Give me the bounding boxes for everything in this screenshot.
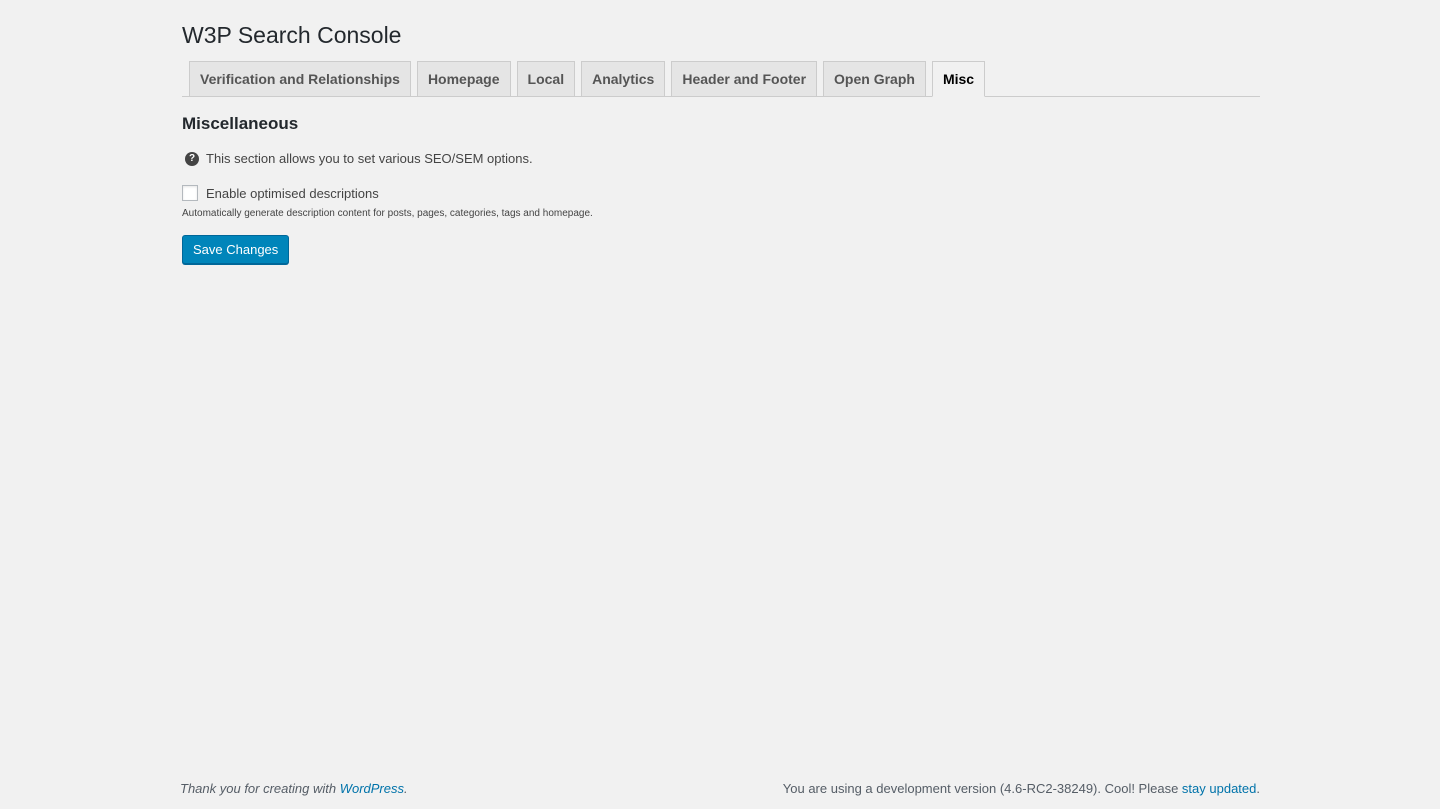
optimised-descriptions-option[interactable]: Enable optimised descriptions — [182, 185, 379, 201]
footer-version: You are using a development version (4.6… — [783, 781, 1260, 796]
save-changes-button[interactable]: Save Changes — [182, 235, 290, 264]
footer-thanks: Thank you for creating with WordPress. — [180, 781, 408, 796]
help-circle-icon: ? — [185, 151, 199, 166]
tab-open-graph[interactable]: Open Graph — [823, 61, 926, 96]
tab-homepage[interactable]: Homepage — [416, 61, 511, 96]
optimised-descriptions-checkbox[interactable] — [182, 185, 198, 201]
section-info: ? This section allows you to set various… — [185, 151, 533, 166]
tab-header-and-footer[interactable]: Header and Footer — [671, 61, 818, 96]
tab-local[interactable]: Local — [516, 61, 576, 96]
footer-thanks-prefix: Thank you for creating with — [180, 781, 340, 796]
footer-version-suffix: . — [1256, 781, 1260, 796]
page-title: W3P Search Console — [182, 22, 402, 48]
wordpress-link[interactable]: WordPress — [340, 781, 404, 796]
stay-updated-link[interactable]: stay updated — [1182, 781, 1256, 796]
footer-version-prefix: You are using a development version (4.6… — [782, 781, 1182, 796]
optimised-descriptions-help: Automatically generate description conte… — [182, 208, 593, 219]
tab-bar: Verification and Relationships Homepage … — [182, 61, 1260, 97]
tab-misc[interactable]: Misc — [931, 61, 986, 97]
section-info-text: This section allows you to set various S… — [206, 151, 533, 166]
tab-analytics[interactable]: Analytics — [581, 61, 666, 96]
optimised-descriptions-label: Enable optimised descriptions — [206, 185, 379, 201]
tab-verification-and-relationships[interactable]: Verification and Relationships — [189, 61, 411, 96]
footer-thanks-suffix: . — [404, 781, 408, 796]
section-title: Miscellaneous — [182, 114, 299, 133]
